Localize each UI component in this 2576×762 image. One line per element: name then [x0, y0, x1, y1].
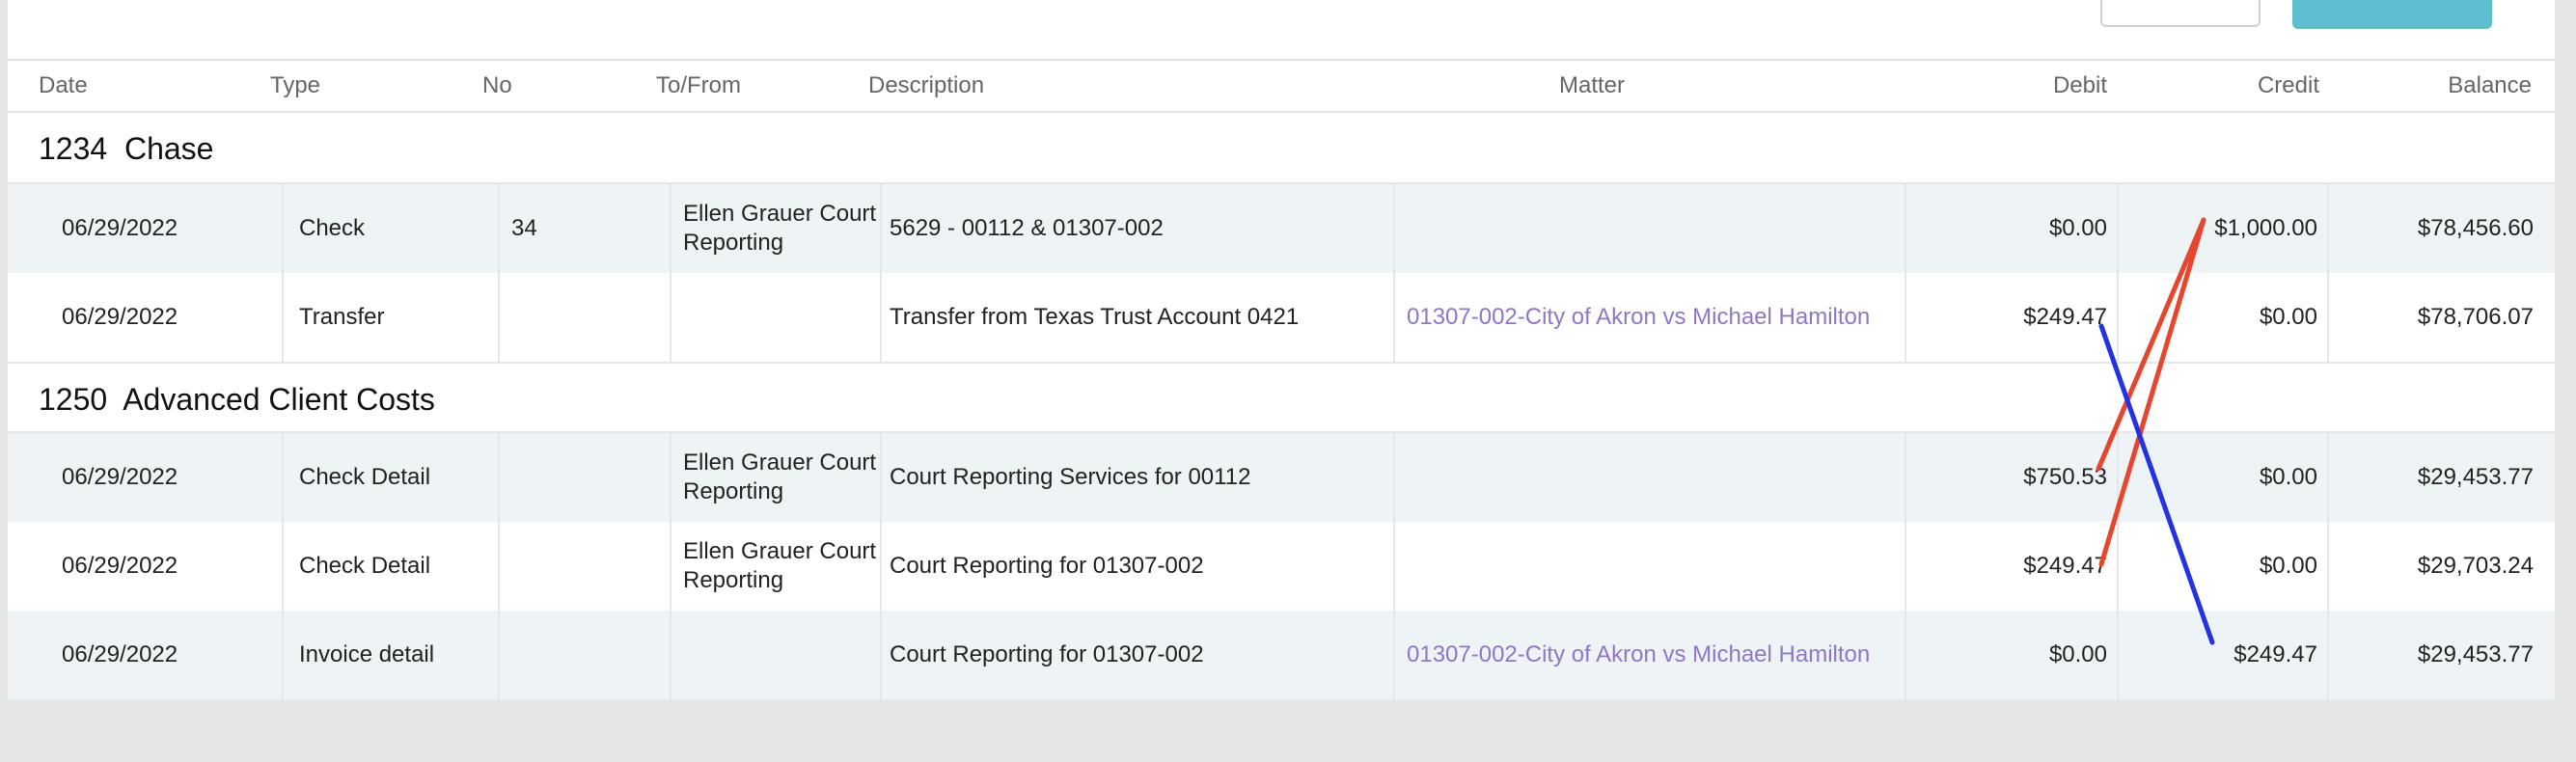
table-row[interactable]: 06/29/2022 Transfer Transfer from Texas …	[8, 273, 2555, 362]
to-from-text: Ellen Grauer Court Reporting	[683, 538, 877, 593]
matter-link[interactable]: 01307-002-City of Akron vs Michael Hamil…	[1395, 273, 1906, 362]
date-cell: 06/29/2022	[8, 433, 284, 522]
type-cell: Check Detail	[284, 522, 500, 611]
credit-cell: $0.00	[2119, 273, 2329, 362]
header-debit[interactable]: Debit	[2014, 61, 2107, 111]
description-cell: Court Reporting for 01307-002	[882, 522, 1395, 611]
to-from-cell: Ellen Grauer Court Reporting	[671, 184, 882, 273]
matter-link[interactable]	[1395, 522, 1906, 611]
description-cell: Court Reporting Services for 00112	[882, 433, 1395, 522]
debit-cell: $0.00	[1906, 184, 2119, 273]
to-from-text: Ellen Grauer Court Reporting	[683, 449, 877, 504]
to-from-cell	[671, 611, 882, 699]
header-balance[interactable]: Balance	[2429, 61, 2532, 111]
type-cell: Invoice detail	[284, 611, 500, 699]
matter-link[interactable]: 01307-002-City of Akron vs Michael Hamil…	[1395, 611, 1906, 699]
no-cell	[500, 273, 671, 362]
no-cell	[500, 433, 671, 522]
type-cell: Check Detail	[284, 433, 500, 522]
no-cell	[500, 611, 671, 699]
group-header: 1234 Chase	[8, 113, 2555, 184]
credit-cell: $0.00	[2119, 522, 2329, 611]
group-header: 1250 Advanced Client Costs	[8, 362, 2555, 433]
matter-link[interactable]	[1395, 433, 1906, 522]
to-from-cell: Ellen Grauer Court Reporting	[671, 433, 882, 522]
date-cell: 06/29/2022	[8, 273, 284, 362]
table-row[interactable]: 06/29/2022 Check Detail Ellen Grauer Cou…	[8, 522, 2555, 611]
debit-cell: $249.47	[1906, 273, 2119, 362]
header-to-from[interactable]: To/From	[656, 61, 741, 111]
description-cell: 5629 - 00112 & 01307-002	[882, 184, 1395, 273]
header-date[interactable]: Date	[39, 61, 88, 111]
balance-cell: $78,456.60	[2417, 215, 2534, 241]
balance-cell: $78,706.07	[2417, 304, 2534, 330]
type-cell: Transfer	[284, 273, 500, 362]
table-header: Date Type No To/From Description Matter …	[8, 59, 2555, 113]
debit-cell: $0.00	[1906, 611, 2119, 699]
to-from-text: Ellen Grauer Court Reporting	[683, 201, 877, 256]
secondary-button[interactable]	[2100, 0, 2261, 27]
no-cell	[500, 522, 671, 611]
to-from-cell: Ellen Grauer Court Reporting	[671, 522, 882, 611]
credit-cell: $249.47	[2119, 611, 2329, 699]
description-cell: Transfer from Texas Trust Account 0421	[882, 273, 1395, 362]
header-type[interactable]: Type	[270, 61, 320, 111]
credit-cell: $0.00	[2119, 433, 2329, 522]
header-credit[interactable]: Credit	[2227, 61, 2319, 111]
balance-cell: $29,453.77	[2417, 641, 2534, 667]
balance-cell: $29,703.24	[2417, 553, 2534, 579]
to-from-cell	[671, 273, 882, 362]
primary-button[interactable]	[2292, 0, 2492, 29]
table-row[interactable]: 06/29/2022 Invoice detail Court Reportin…	[8, 611, 2555, 699]
group-title: 1234 Chase	[39, 131, 214, 166]
header-matter[interactable]: Matter	[1559, 61, 1625, 111]
debit-cell: $249.47	[1906, 522, 2119, 611]
no-cell: 34	[500, 184, 671, 273]
header-no[interactable]: No	[482, 61, 512, 111]
date-cell: 06/29/2022	[8, 184, 284, 273]
table-row[interactable]: 06/29/2022 Check Detail Ellen Grauer Cou…	[8, 433, 2555, 522]
matter-link[interactable]	[1395, 184, 1906, 273]
description-cell: Court Reporting for 01307-002	[882, 611, 1395, 699]
debit-cell: $750.53	[1906, 433, 2119, 522]
balance-cell: $29,453.77	[2417, 464, 2534, 490]
date-cell: 06/29/2022	[8, 611, 284, 699]
group-title: 1250 Advanced Client Costs	[39, 382, 435, 417]
date-cell: 06/29/2022	[8, 522, 284, 611]
table-row[interactable]: 06/29/2022 Check 34 Ellen Grauer Court R…	[8, 184, 2555, 273]
header-description[interactable]: Description	[868, 61, 984, 111]
type-cell: Check	[284, 184, 500, 273]
credit-cell: $1,000.00	[2119, 184, 2329, 273]
